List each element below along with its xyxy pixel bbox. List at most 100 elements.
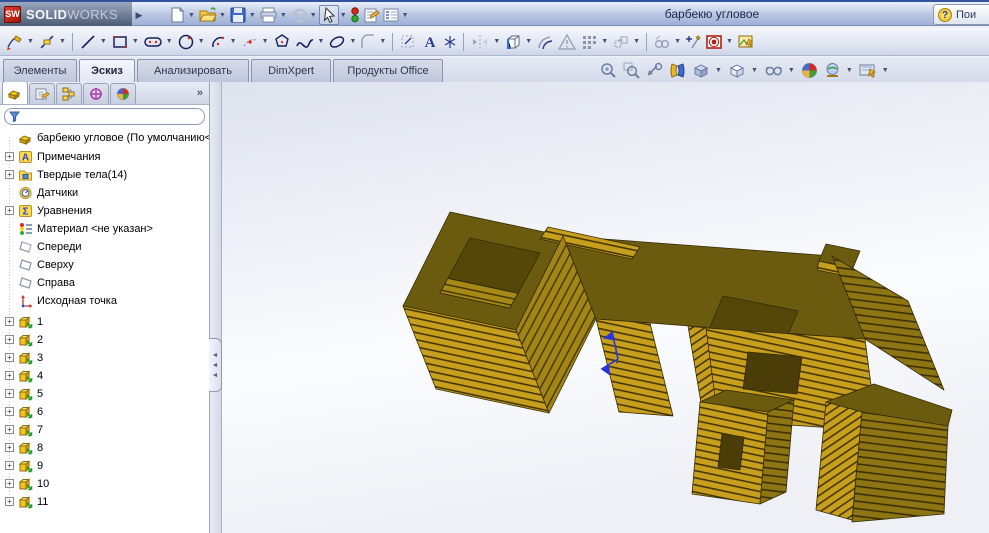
expander-icon[interactable]: + [5,407,14,416]
tab-elements[interactable]: Элементы [3,59,77,82]
manager-tab-overflow[interactable]: » [197,87,203,99]
warning-icon[interactable] [556,30,578,54]
dropdown-arrow-icon[interactable]: ▼ [219,12,226,19]
zoom-to-fit-icon[interactable] [598,59,619,81]
convert-entities-icon[interactable] [502,30,524,54]
trim-entities-icon[interactable] [397,30,419,54]
expander-icon[interactable]: + [5,152,14,161]
tree-item-right-plane[interactable]: Справа [0,274,75,291]
tree-item-solid-bodies[interactable]: + Твердые тела(14) [0,166,127,183]
display-relations-icon[interactable] [651,30,673,54]
report-icon[interactable] [361,5,381,25]
front-wall-window[interactable] [743,352,802,394]
tree-item-2[interactable]: +2 [0,331,43,348]
expander-icon[interactable]: + [5,443,14,452]
tab-evaluate[interactable]: Анализировать [137,59,249,82]
expander-icon[interactable]: + [5,425,14,434]
dropdown-arrow-icon[interactable]: ▼ [715,67,722,74]
smart-dimension-icon[interactable] [36,30,58,54]
tree-item-1[interactable]: +1 [0,313,43,330]
dropdown-arrow-icon[interactable]: ▼ [262,38,269,45]
rectangle-icon[interactable] [109,30,131,54]
dropdown-arrow-icon[interactable]: ▼ [249,12,256,19]
tree-filter-input[interactable] [4,108,205,125]
centerpoint-arc-icon[interactable] [207,30,229,54]
linear-pattern-icon[interactable] [578,30,600,54]
graphics-area[interactable] [222,82,989,533]
tree-item-material[interactable]: Материал <не указан> [0,220,153,237]
circle-icon[interactable] [175,30,197,54]
expander-icon[interactable]: + [5,371,14,380]
dropdown-arrow-icon[interactable]: ▼ [166,38,173,45]
dropdown-arrow-icon[interactable]: ▼ [230,38,237,45]
display-style-icon[interactable] [726,59,748,81]
repair-sketch-icon[interactable] [683,30,703,54]
offset-entities-icon[interactable] [534,30,556,54]
dropdown-arrow-icon[interactable]: ▼ [788,67,795,74]
expander-icon[interactable]: + [5,335,14,344]
propertymanager-tab[interactable] [29,83,55,104]
help-search-button[interactable]: ? Пои [933,4,989,25]
sketch-picture-icon[interactable] [735,30,757,54]
dropdown-arrow-icon[interactable]: ▼ [27,38,34,45]
save-icon[interactable] [228,5,248,25]
dropdown-arrow-icon[interactable]: ▼ [726,38,733,45]
select-cursor-icon[interactable] [319,5,339,25]
print-icon[interactable] [258,5,279,25]
open-document-icon[interactable] [197,5,218,25]
tab-dimxpert[interactable]: DimXpert [251,59,331,82]
tree-item-sensors[interactable]: Датчики [0,184,78,201]
text-icon[interactable]: A [419,30,441,54]
section-view-icon[interactable] [667,59,688,81]
zoom-previous-icon[interactable] [644,59,665,81]
dropdown-arrow-icon[interactable]: ▼ [846,67,853,74]
tree-item-6[interactable]: +6 [0,403,43,420]
line-icon[interactable] [77,30,99,54]
featuremanager-tree-tab[interactable] [2,82,28,104]
view-orientation-icon[interactable] [690,59,712,81]
expander-icon[interactable]: + [5,389,14,398]
tree-item-annotations[interactable]: + A Примечания [0,148,101,165]
new-document-icon[interactable] [168,5,187,25]
dropdown-arrow-icon[interactable]: ▼ [318,38,325,45]
tree-item-9[interactable]: +9 [0,457,43,474]
tree-item-3[interactable]: +3 [0,349,43,366]
tree-item-front-plane[interactable]: Спереди [0,238,82,255]
dropdown-arrow-icon[interactable]: ▼ [340,12,347,19]
tree-item-origin[interactable]: Исходная точка [0,292,117,309]
mirror-entities-icon[interactable] [468,30,492,54]
edit-appearance-icon[interactable] [799,59,820,81]
point-icon[interactable] [441,30,459,54]
tree-item-11[interactable]: +11 [0,493,48,509]
dropdown-arrow-icon[interactable]: ▼ [132,38,139,45]
dropdown-arrow-icon[interactable]: ▼ [633,38,640,45]
expander-icon[interactable]: + [5,461,14,470]
zoom-to-area-icon[interactable] [621,59,642,81]
view-settings-icon[interactable] [857,59,879,81]
toggle-selection-icon[interactable] [349,5,361,25]
apply-scene-icon[interactable] [822,59,843,81]
tree-item-equations[interactable]: + Σ Уравнения [0,202,92,219]
tree-item-4[interactable]: +4 [0,367,43,384]
tree-item-7[interactable]: +7 [0,421,43,438]
sketch-icon[interactable] [4,30,26,54]
tab-sketch[interactable]: Эскиз [79,59,135,82]
dropdown-arrow-icon[interactable]: ▼ [280,12,287,19]
tree-item-top-plane[interactable]: Сверху [0,256,74,273]
dropdown-arrow-icon[interactable]: ▼ [674,38,681,45]
tree-item-8[interactable]: +8 [0,439,43,456]
dropdown-arrow-icon[interactable]: ▼ [751,67,758,74]
scatter-points-icon[interactable] [239,30,261,54]
menu-expand-arrow-icon[interactable]: ▶ [133,5,145,25]
polygon-icon[interactable] [271,30,293,54]
dropdown-arrow-icon[interactable]: ▼ [882,67,889,74]
hide-show-items-icon[interactable] [762,59,785,81]
panel-splitter[interactable] [210,82,222,533]
tree-item-10[interactable]: +10 [0,475,49,492]
expander-icon[interactable]: + [5,317,14,326]
right-block-shaded-face[interactable] [852,412,948,522]
ellipse-icon[interactable] [326,30,348,54]
design-checker-icon[interactable] [381,5,401,25]
dropdown-arrow-icon[interactable]: ▼ [59,38,66,45]
tree-item-5[interactable]: +5 [0,385,43,402]
